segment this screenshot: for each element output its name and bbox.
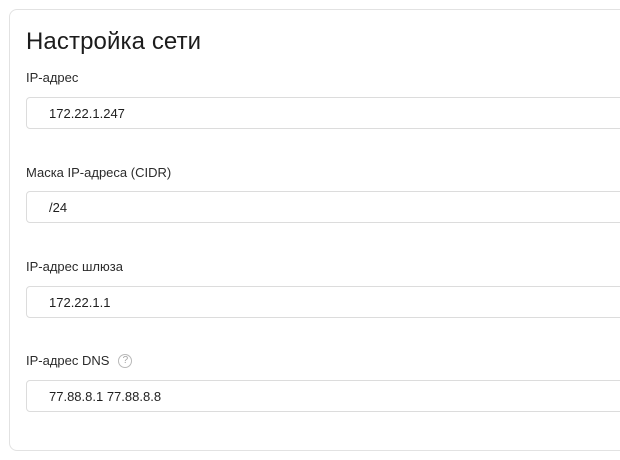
subnet-mask-input[interactable]: [26, 191, 620, 223]
ip-address-label: IP-адрес: [26, 70, 79, 85]
gateway-input[interactable]: [26, 286, 620, 318]
ip-address-input[interactable]: [26, 97, 620, 129]
gateway-label: IP-адрес шлюза: [26, 259, 123, 274]
dns-label-row: IP-адрес DNS ?: [26, 353, 133, 368]
help-icon[interactable]: ?: [118, 353, 133, 368]
subnet-mask-label: Маска IP-адреса (CIDR): [26, 165, 172, 180]
dns-input[interactable]: [26, 380, 620, 412]
page-title: Настройка сети: [26, 28, 202, 55]
network-settings-card: Настройка сети IP-адрес Маска IP-адреса …: [9, 9, 620, 451]
dns-label: IP-адрес DNS: [26, 353, 110, 368]
